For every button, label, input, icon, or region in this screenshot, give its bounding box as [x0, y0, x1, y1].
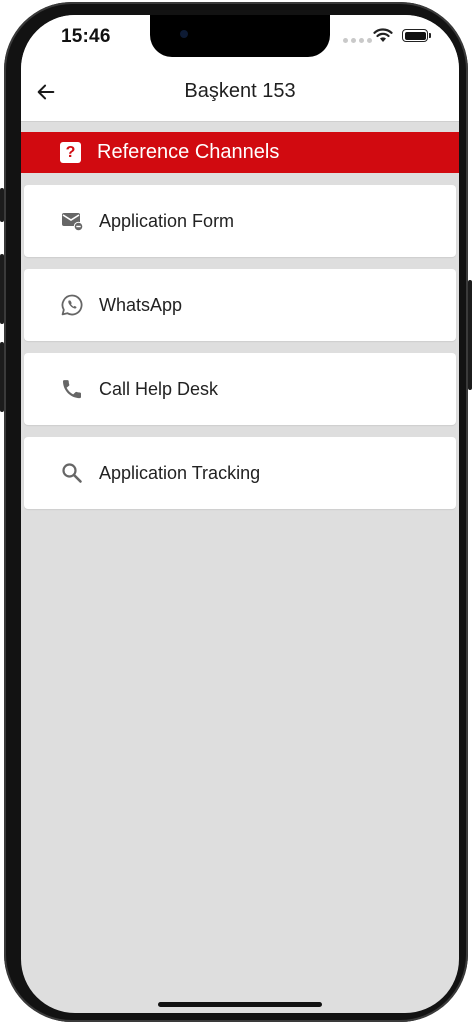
- page-title: Başkent 153: [184, 80, 296, 102]
- channel-list: Application Form WhatsApp Call Help Desk…: [24, 185, 456, 521]
- wifi-icon: [373, 28, 393, 42]
- cellular-signal-icon: [343, 38, 372, 43]
- volume-down-button: [0, 342, 4, 412]
- section-title: Reference Channels: [97, 141, 280, 163]
- power-button: [468, 280, 472, 390]
- menu-item-label: WhatsApp: [99, 295, 183, 315]
- question-box-icon: ?: [60, 142, 81, 163]
- status-time: 15:46: [61, 26, 111, 47]
- notch: [150, 15, 330, 57]
- menu-item-whatsapp[interactable]: WhatsApp: [24, 269, 456, 341]
- camera-dot: [180, 30, 188, 38]
- status-bar: 15:46: [21, 15, 459, 65]
- app-bar: Başkent 153: [21, 65, 459, 122]
- action-button: [0, 188, 4, 222]
- home-indicator[interactable]: [158, 1002, 322, 1007]
- search-icon: [60, 461, 84, 485]
- volume-up-button: [0, 254, 4, 324]
- menu-item-label: Application Tracking: [99, 463, 261, 483]
- menu-item-application-tracking[interactable]: Application Tracking: [24, 437, 456, 509]
- menu-item-label: Call Help Desk: [99, 379, 219, 399]
- phone-frame: 15:46 Başkent 153 ? Reference Channels A…: [0, 2, 472, 1022]
- screen: 15:46 Başkent 153 ? Reference Channels A…: [21, 15, 459, 1013]
- battery-icon: [402, 29, 431, 42]
- menu-item-call-help-desk[interactable]: Call Help Desk: [24, 353, 456, 425]
- whatsapp-icon: [60, 293, 84, 317]
- email-minus-icon: [60, 209, 84, 233]
- menu-item-label: Application Form: [99, 211, 235, 231]
- menu-item-application-form[interactable]: Application Form: [24, 185, 456, 257]
- phone-icon: [60, 377, 84, 401]
- section-banner: ? Reference Channels: [21, 132, 459, 173]
